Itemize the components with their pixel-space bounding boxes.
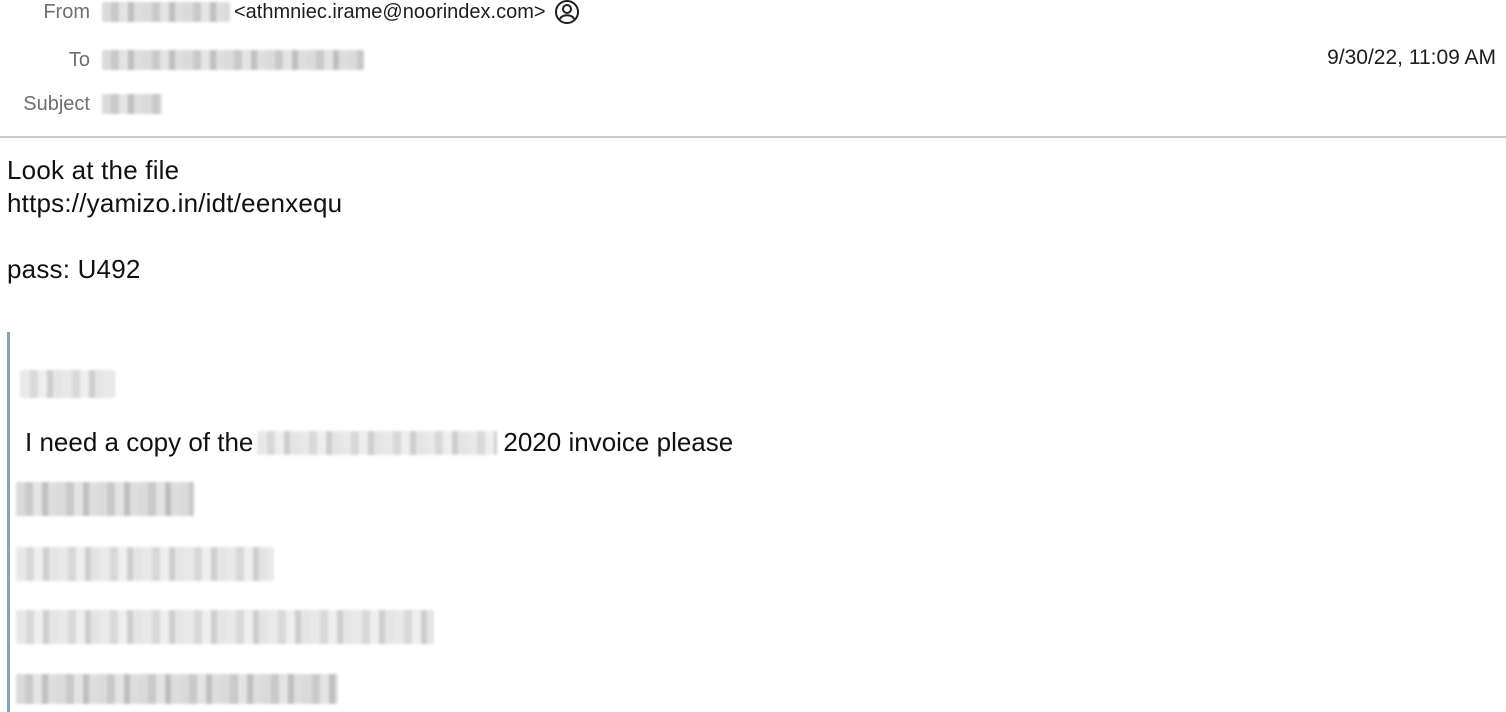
sig2-blur [16, 547, 274, 581]
sender-name-redacted [102, 2, 230, 22]
signature-line-3-redacted [16, 610, 434, 644]
quoted-text-after: 2020 invoice please [503, 427, 734, 457]
quoted-message: I need a copy of the 2020 invoice please [7, 332, 910, 712]
signature-line-1-redacted [16, 482, 194, 516]
to-row: To [0, 46, 364, 74]
signature-line-4-redacted [16, 674, 338, 704]
phishing-link[interactable]: https://yamizo.in/idt/eenxequ [7, 187, 342, 220]
person-circle-icon[interactable] [554, 0, 580, 25]
quoted-request-line: I need a copy of the 2020 invoice please [25, 426, 733, 459]
quoted-greeting-redacted [20, 370, 115, 398]
subject-label: Subject [23, 92, 90, 115]
quoted-text-before: I need a copy of the [25, 427, 254, 457]
sig3-blur [16, 610, 434, 644]
body-line-1: Look at the file [7, 155, 180, 185]
sender-email[interactable]: <athmniec.irame@noorindex.com> [234, 1, 546, 24]
client-name-redacted [257, 430, 498, 455]
sig1-blur [16, 482, 194, 516]
signature-line-2-redacted [16, 547, 274, 581]
email-date: 9/30/22, 11:09 AM [1327, 46, 1496, 69]
email-header: From <athmniec.irame@noorindex.com> To S… [0, 0, 1506, 138]
subject-redacted [102, 94, 162, 114]
from-label: From [43, 0, 90, 23]
to-label: To [68, 48, 90, 71]
recipient-redacted[interactable] [102, 50, 364, 70]
from-row: From <athmniec.irame@noorindex.com> [0, 0, 580, 26]
greeting-blur [20, 370, 115, 398]
sig4-blur [16, 674, 338, 704]
password-line: pass: U492 [7, 254, 141, 284]
subject-row: Subject [0, 90, 162, 118]
